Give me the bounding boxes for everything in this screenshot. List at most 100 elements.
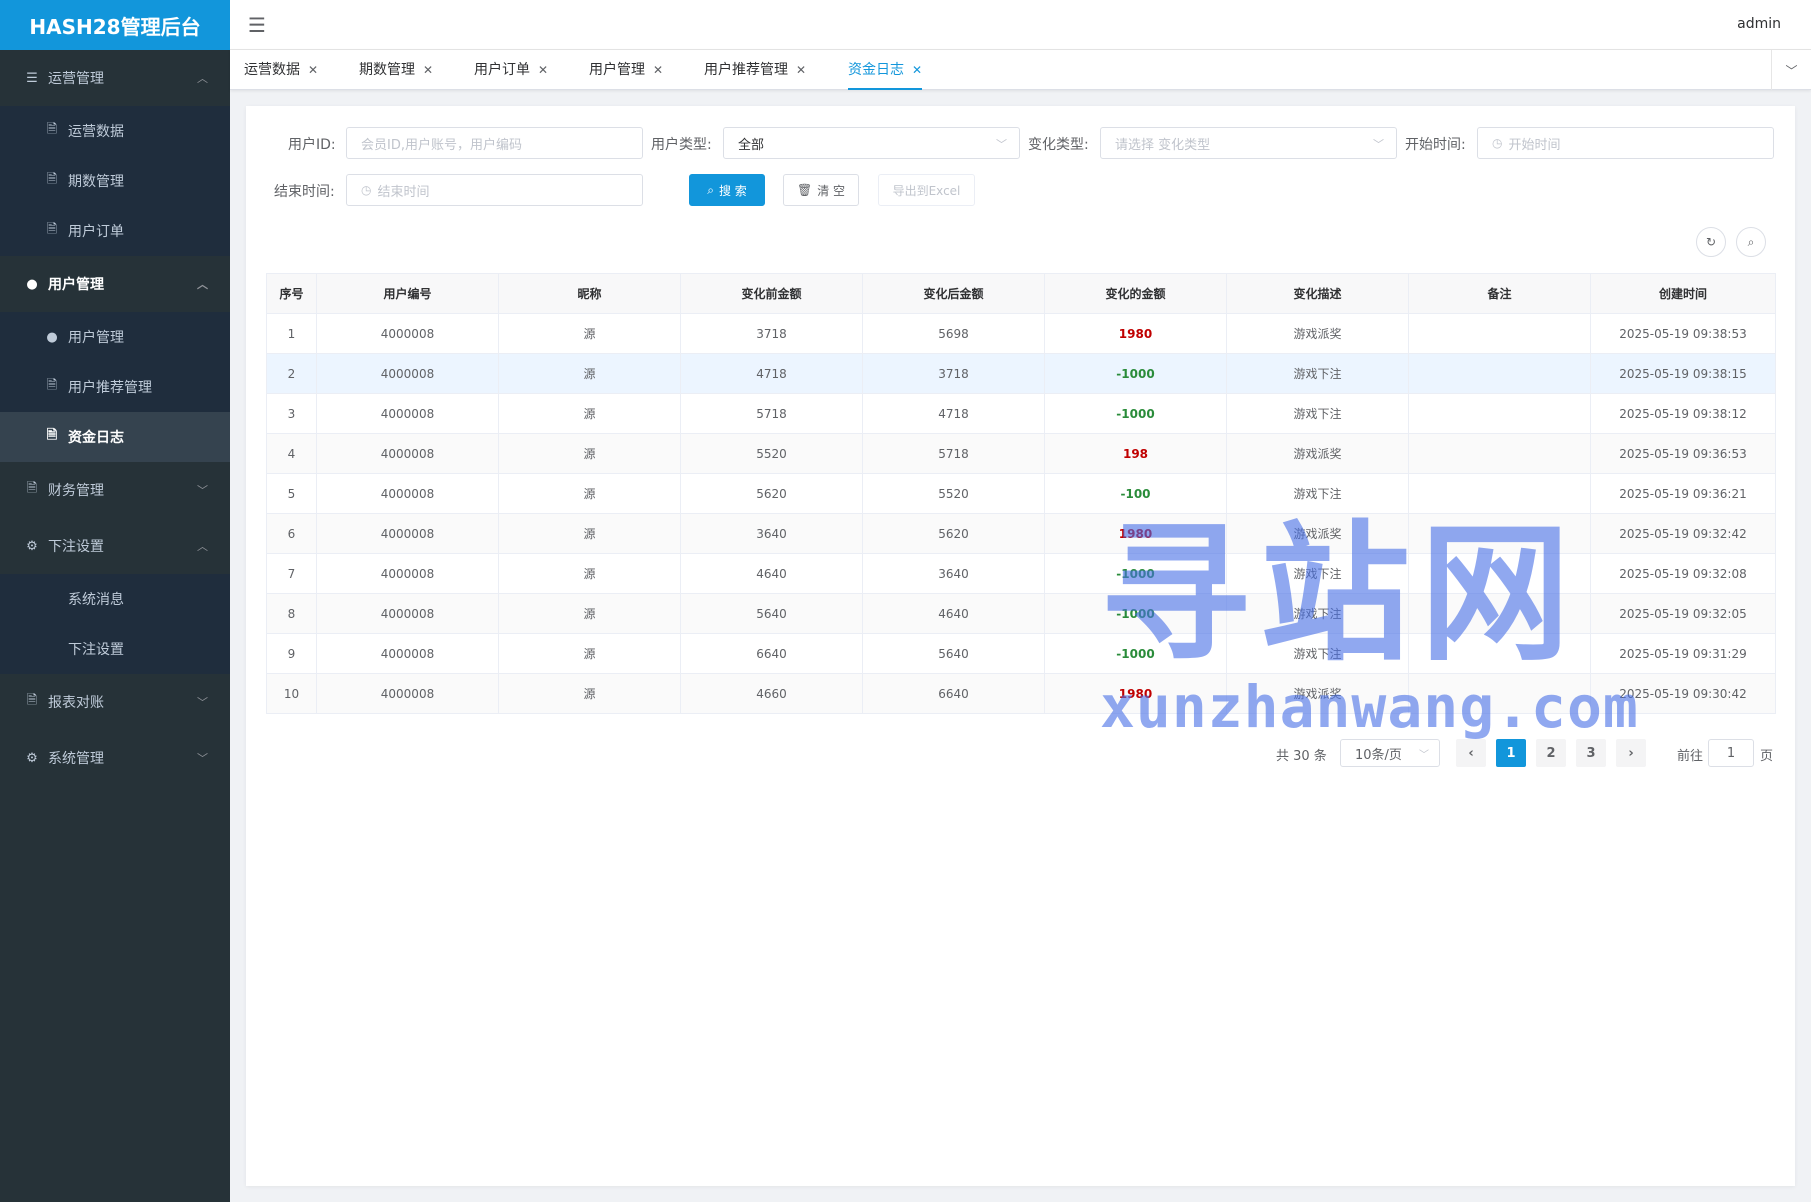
clear-button[interactable]: 🗑 清 空 <box>783 174 859 206</box>
start-time-picker[interactable]: ◷ 开始时间 <box>1477 127 1774 159</box>
table-row[interactable]: 3 4000008 源 5718 4718 -1000 游戏下注 2025-05-19 09:… <box>266 393 1776 434</box>
clear-button-label: 清 空 <box>817 183 846 198</box>
table-cell <box>1408 513 1591 554</box>
menu-group-label: 报表对账 <box>48 695 104 711</box>
clock-icon: ◷ <box>361 183 372 197</box>
page-3-button[interactable]: 3 <box>1576 739 1606 767</box>
sidebar-item-operations-data[interactable]: 🗎 运营数据 <box>0 106 230 156</box>
page-1-button[interactable]: 1 <box>1496 739 1526 767</box>
user-icon: ● <box>46 329 58 345</box>
sidebar-item-system-messages[interactable]: 系统消息 <box>0 574 230 624</box>
table-cell: 1980 <box>1044 673 1227 714</box>
table-cell: 5520 <box>862 473 1045 514</box>
menu-group-operations[interactable]: ☰ 运营管理 ︿ <box>0 50 230 106</box>
sidebar-item-user-manage[interactable]: ● 用户管理 <box>0 312 230 362</box>
page-2-button[interactable]: 2 <box>1536 739 1566 767</box>
menu-group-bet-settings[interactable]: ⚙ 下注设置 ︿ <box>0 518 230 574</box>
table-cell: 游戏派奖 <box>1226 673 1409 714</box>
export-excel-button[interactable]: 导出到Excel <box>878 174 975 206</box>
table-row[interactable]: 9 4000008 源 6640 5640 -1000 游戏下注 2025-05-19 09:… <box>266 633 1776 674</box>
next-page-button[interactable]: › <box>1616 739 1646 767</box>
chevron-down-icon: ﹀ <box>996 138 1007 151</box>
table-row[interactable]: 2 4000008 源 4718 3718 -1000 游戏下注 2025-05-19 09:… <box>266 353 1776 394</box>
tab-bar: 运营数据 ✕ 期数管理 ✕ 用户订单 ✕ 用户管理 ✕ 用户推荐管理 ✕ 资金日志 ✕ ﹀ <box>230 50 1811 90</box>
table-cell: 5640 <box>680 593 863 634</box>
sidebar-item-user-referral[interactable]: 🗎 用户推荐管理 <box>0 362 230 412</box>
close-icon[interactable]: ✕ <box>912 63 922 77</box>
menu-group-reports[interactable]: 🗎 报表对账 ﹀ <box>0 674 230 730</box>
table-cell: 4 <box>266 433 317 474</box>
table-row[interactable]: 8 4000008 源 5640 4640 -1000 游戏下注 2025-05-19 09:… <box>266 593 1776 634</box>
list-icon: ☰ <box>26 70 38 86</box>
column-header: 昵称 <box>498 273 681 314</box>
table-cell: 9 <box>266 633 317 674</box>
table-cell: 4000008 <box>316 433 499 474</box>
table-row[interactable]: 10 4000008 源 4660 6640 1980 游戏派奖 2025-05-19 09:… <box>266 673 1776 714</box>
submenu-bet-settings: 系统消息 下注设置 <box>0 574 230 674</box>
table-row[interactable]: 4 4000008 源 5520 5718 198 游戏派奖 2025-05-19 09:36… <box>266 433 1776 474</box>
table-cell <box>1408 433 1591 474</box>
tab-fund-log[interactable]: 资金日志 ✕ <box>848 50 923 90</box>
gear-icon: ⚙ <box>26 750 38 766</box>
app-logo[interactable]: HASH28管理后台 <box>0 0 230 50</box>
sidebar-item-label: 系统消息 <box>68 592 124 608</box>
table-cell: 4000008 <box>316 313 499 354</box>
table-cell <box>1408 633 1591 674</box>
clock-icon: ◷ <box>1492 136 1503 150</box>
goto-page-input[interactable]: 1 <box>1708 739 1754 767</box>
page-size-select[interactable]: 10条/页 ﹀ <box>1340 739 1440 767</box>
table-row[interactable]: 7 4000008 源 4640 3640 -1000 游戏下注 2025-05-19 09:… <box>266 553 1776 594</box>
table-cell: 2 <box>266 353 317 394</box>
table-cell: 198 <box>1044 433 1227 474</box>
table-cell: 2025-05-19 09:36:21 <box>1590 473 1776 514</box>
table-row[interactable]: 1 4000008 源 3718 5698 1980 游戏派奖 2025-05-19 09:3… <box>266 313 1776 354</box>
user-type-select[interactable]: 全部 ﹀ <box>723 127 1020 159</box>
table-cell <box>1408 393 1591 434</box>
sidebar-item-user-orders[interactable]: 🗎 用户订单 <box>0 206 230 256</box>
end-time-picker[interactable]: ◷ 结束时间 <box>346 174 643 206</box>
close-icon[interactable]: ✕ <box>423 63 433 77</box>
menu-group-finance[interactable]: 🗎 财务管理 ﹀ <box>0 462 230 518</box>
close-icon[interactable]: ✕ <box>538 63 548 77</box>
chevron-down-icon[interactable]: ﹀ <box>1771 50 1811 90</box>
hamburger-icon[interactable]: ☰ <box>248 13 266 37</box>
close-icon[interactable]: ✕ <box>796 63 806 77</box>
column-header: 序号 <box>266 273 317 314</box>
table-cell: 4000008 <box>316 553 499 594</box>
prev-page-button[interactable]: ‹ <box>1456 739 1486 767</box>
table-cell: 4000008 <box>316 393 499 434</box>
table-cell: 5 <box>266 473 317 514</box>
table-cell: 源 <box>498 393 681 434</box>
sidebar-item-label: 用户管理 <box>68 330 124 346</box>
sidebar-item-period-manage[interactable]: 🗎 期数管理 <box>0 156 230 206</box>
sidebar-item-fund-log[interactable]: 🗎 资金日志 <box>0 412 230 462</box>
table-row[interactable]: 5 4000008 源 5620 5520 -100 游戏下注 2025-05-19 09:3… <box>266 473 1776 514</box>
tab-period-manage[interactable]: 期数管理 ✕ <box>359 50 433 90</box>
close-icon[interactable]: ✕ <box>653 63 663 77</box>
pagination-total: 共 30 条 <box>1276 749 1327 764</box>
tab-user-referral[interactable]: 用户推荐管理 ✕ <box>704 50 806 90</box>
table-row[interactable]: 6 4000008 源 3640 5620 1980 游戏派奖 2025-05-19 09:3… <box>266 513 1776 554</box>
user-menu[interactable]: admin <box>1737 16 1781 32</box>
table-cell: 游戏派奖 <box>1226 313 1409 354</box>
table-cell: 游戏下注 <box>1226 353 1409 394</box>
sidebar-item-label: 用户订单 <box>68 224 124 240</box>
document-icon: 🗎 <box>26 693 38 708</box>
menu-group-system[interactable]: ⚙ 系统管理 ﹀ <box>0 730 230 786</box>
search-icon[interactable]: ⌕ <box>1736 227 1766 257</box>
table-cell: -1000 <box>1044 593 1227 634</box>
search-button[interactable]: ⌕ 搜 索 <box>689 174 765 206</box>
tab-user-orders[interactable]: 用户订单 ✕ <box>474 50 548 90</box>
close-icon[interactable]: ✕ <box>308 63 318 77</box>
sidebar-item-bet-settings[interactable]: 下注设置 <box>0 624 230 674</box>
table-cell: 游戏派奖 <box>1226 433 1409 474</box>
chevron-down-icon: ﹀ <box>197 696 208 709</box>
tab-user-manage[interactable]: 用户管理 ✕ <box>589 50 663 90</box>
refresh-icon[interactable]: ↻ <box>1696 227 1726 257</box>
change-type-select[interactable]: 请选择 变化类型 ﹀ <box>1100 127 1397 159</box>
table-cell: 2025-05-19 09:31:29 <box>1590 633 1776 674</box>
tab-operations-data[interactable]: 运营数据 ✕ <box>244 50 318 90</box>
start-time-placeholder: 开始时间 <box>1508 137 1561 153</box>
menu-group-user-manage[interactable]: ● 用户管理 ︿ <box>0 256 230 312</box>
user-id-input[interactable]: 会员ID,用户账号，用户编码 <box>346 127 643 159</box>
